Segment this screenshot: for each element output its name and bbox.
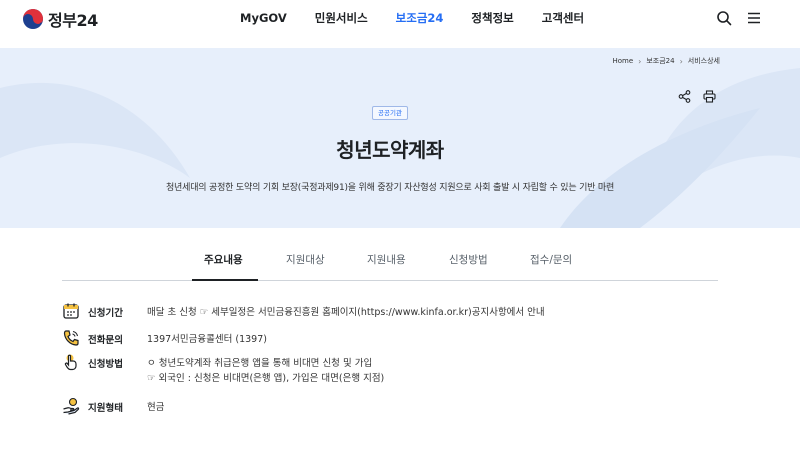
info-label: 신청기간	[88, 308, 123, 319]
tab-eligibility[interactable]: 지원대상	[286, 252, 325, 267]
nav-item-subsidy[interactable]: 보조금24	[396, 10, 444, 26]
info-value-line: ☞ 외국인 : 신청은 비대면(은행 앱), 가입은 대면(은행 지점)	[147, 373, 385, 384]
nav-item-mygov[interactable]: MyGOV	[240, 10, 287, 26]
menu-icon[interactable]	[746, 10, 762, 26]
tab-application-method[interactable]: 신청방법	[449, 252, 488, 267]
info-label: 지원형태	[88, 403, 123, 414]
info-value-line: 현금	[147, 402, 165, 413]
agency-type-badge: 공공기관	[372, 106, 408, 120]
tab-contact[interactable]: 접수/문의	[530, 252, 572, 267]
info-value-line: ㅇ 청년도약계좌 취급은행 앱을 통해 비대면 신청 및 가입	[147, 358, 373, 369]
taegeuk-logo-icon	[23, 9, 43, 29]
info-value: 현금	[147, 400, 164, 415]
info-value-line: 1397서민금융콜센터 (1397)	[147, 334, 267, 345]
hand-pointer-icon	[64, 354, 77, 371]
nav-item-customer-center[interactable]: 고객센터	[542, 10, 584, 26]
share-icon[interactable]	[678, 90, 691, 103]
chevron-right-icon: ›	[679, 56, 683, 66]
nav-item-civil-service[interactable]: 민원서비스	[315, 10, 368, 26]
info-value: 1397서민금융콜센터 (1397)	[147, 332, 267, 347]
page-description: 청년세대의 공정한 도약의 기회 보장(국정과제91)을 위해 중장기 자산형성…	[165, 183, 615, 193]
breadcrumb-current: 서비스상세	[687, 57, 720, 65]
print-icon[interactable]	[703, 90, 716, 103]
phone-icon	[63, 330, 79, 346]
logo-text: 정부24	[48, 11, 98, 30]
breadcrumb-subsidy[interactable]: 보조금24	[646, 56, 674, 66]
info-value: ㅇ 청년도약계좌 취급은행 앱을 통해 비대면 신청 및 가입 ☞ 외국인 : …	[147, 356, 384, 386]
breadcrumb-home[interactable]: Home	[612, 57, 633, 65]
breadcrumb: Home › 보조금24 › 서비스상세	[612, 56, 720, 66]
site-header: 정부24 MyGOV 민원서비스 보조금24 정책정보 고객센터	[0, 0, 800, 48]
header-actions	[716, 10, 762, 26]
info-value-line: 매달 초 신청 ☞ 세부일정은 서민금융진흥원 홈페이지(https://www…	[147, 307, 545, 318]
hero-section: Home › 보조금24 › 서비스상세 공공기관 청년도약계좌 청년세대의 공…	[0, 48, 800, 228]
active-tab-indicator	[192, 279, 258, 281]
info-label: 전화문의	[88, 335, 123, 346]
money-hand-icon	[63, 397, 80, 415]
hero-tools	[678, 90, 716, 103]
tab-main-content[interactable]: 주요내용	[204, 252, 243, 267]
info-label: 신청방법	[88, 359, 123, 370]
chevron-right-icon: ›	[638, 56, 642, 66]
nav-item-policy-info[interactable]: 정책정보	[471, 10, 513, 26]
search-icon[interactable]	[716, 10, 732, 26]
info-value: 매달 초 신청 ☞ 세부일정은 서민금융진흥원 홈페이지(https://www…	[147, 305, 545, 320]
calendar-icon	[63, 303, 79, 319]
page-title: 청년도약계좌	[336, 138, 444, 162]
content-tabs: 주요내용 지원대상 지원내용 신청방법 접수/문의	[62, 228, 718, 281]
main-nav: MyGOV 민원서비스 보조금24 정책정보 고객센터	[240, 10, 612, 26]
tab-support-details[interactable]: 지원내용	[367, 252, 406, 267]
logo[interactable]: 정부24	[22, 7, 98, 31]
